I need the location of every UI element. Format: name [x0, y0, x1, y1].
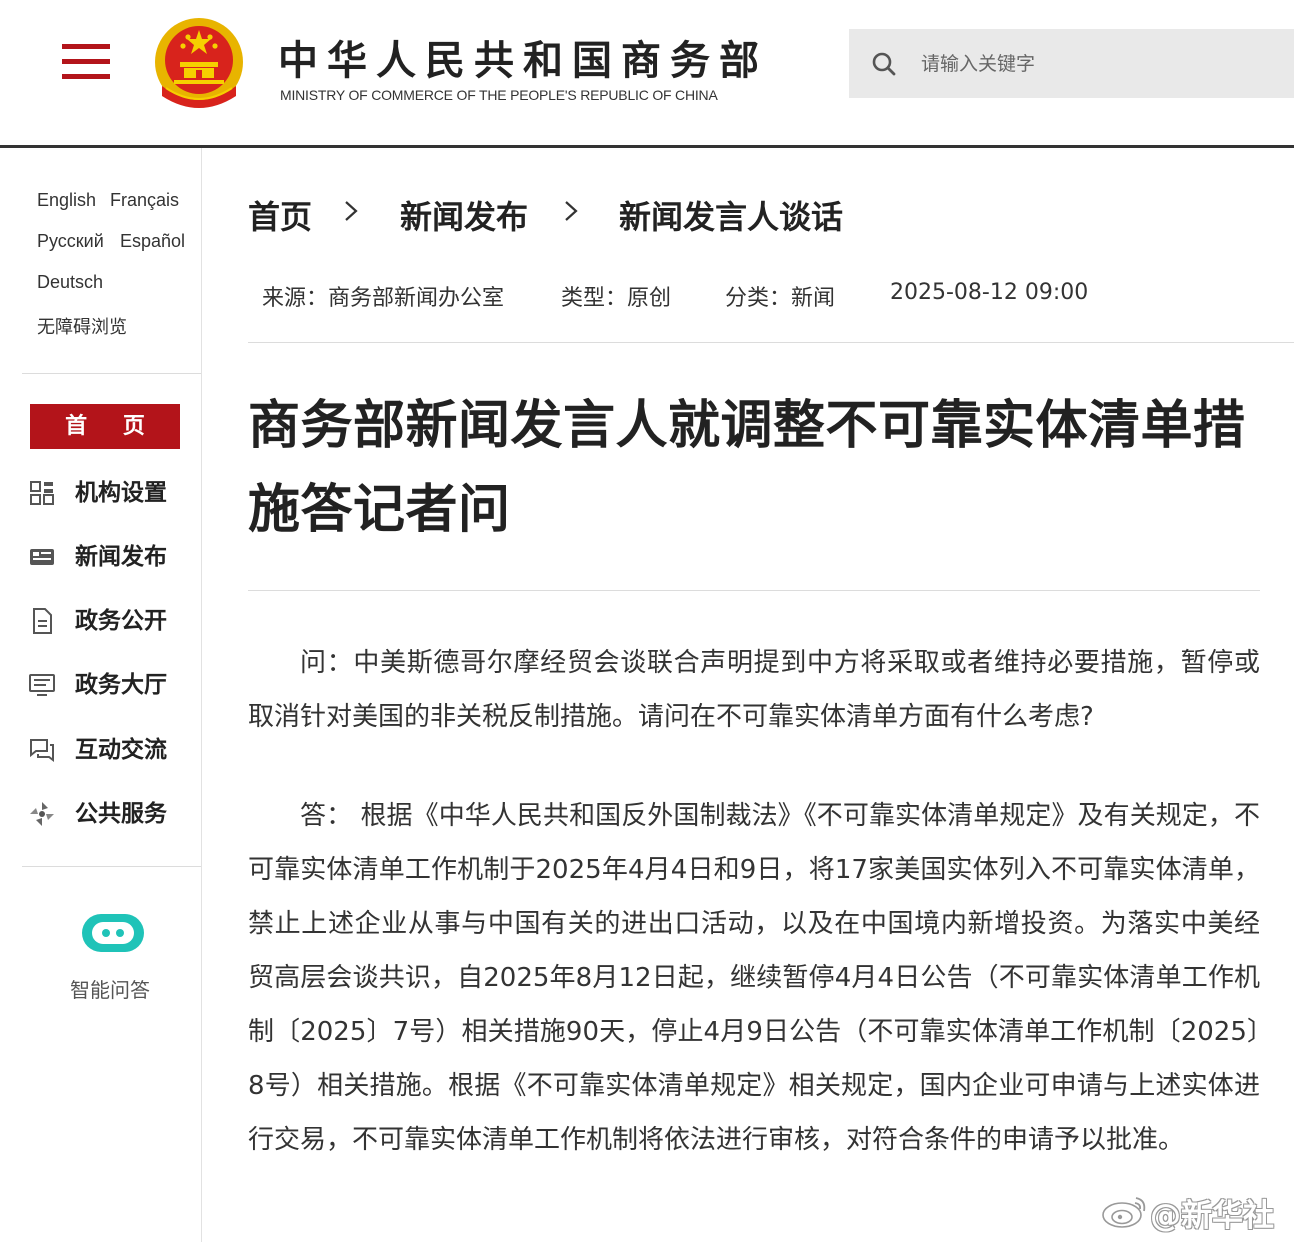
sidebar-item-label: 机构设置 — [75, 480, 167, 506]
sidebar-item-label: 公共服务 — [75, 801, 167, 827]
monitor-icon — [29, 674, 55, 696]
breadcrumb-home[interactable]: 首页 — [248, 192, 312, 238]
sidebar-divider — [22, 373, 201, 374]
sidebar-item-label: 新闻发布 — [75, 544, 167, 570]
document-icon — [33, 608, 52, 634]
ministry-name-en: MINISTRY OF COMMERCE OF THE PEOPLE'S REP… — [280, 87, 718, 103]
lang-russian[interactable]: Русский — [37, 231, 104, 252]
meta-source: 来源：商务部新闻办公室 — [262, 286, 505, 311]
weibo-logo-icon — [1102, 1197, 1146, 1228]
meta-datetime: 2025-08-12 09:00 — [890, 280, 1089, 305]
search-icon[interactable] — [871, 51, 897, 77]
article-question: 问：中美斯德哥尔摩经贸会谈联合声明提到中方将采取或者维持必要措施，暂停或取消针对… — [248, 648, 1260, 732]
watermark-text: @新华社 — [1150, 1198, 1274, 1234]
national-emblem[interactable] — [152, 16, 246, 114]
article-title: 商务部新闻发言人就调整不可靠实体清单措施答记者问 — [248, 396, 1246, 540]
service-icon — [30, 802, 54, 826]
sidebar-item-label: 政务公开 — [75, 608, 167, 634]
lang-german[interactable]: Deutsch — [37, 272, 103, 293]
lang-spanish[interactable]: Español — [120, 231, 185, 252]
robot-icon[interactable] — [78, 908, 148, 958]
ministry-name-cn[interactable]: 中华人民共和国商务部 — [278, 28, 768, 86]
accessibility-link[interactable]: 无障碍浏览 — [37, 313, 127, 339]
search-box[interactable] — [849, 29, 1294, 98]
sidebar-item-news[interactable]: 新闻发布 — [28, 539, 188, 575]
hamburger-menu-icon[interactable] — [62, 44, 110, 80]
sidebar-item-label: 政务大厅 — [75, 672, 167, 698]
chat-icon — [30, 739, 54, 762]
sidebar-home-button[interactable]: 首 页 — [30, 404, 180, 449]
news-list-icon — [30, 549, 54, 565]
sidebar-item-gov-affairs[interactable]: 政务公开 — [28, 603, 188, 639]
sidebar-item-interaction[interactable]: 互动交流 — [28, 732, 188, 768]
chevron-right-icon — [565, 201, 578, 221]
site-header: 中华人民共和国商务部 MINISTRY OF COMMERCE OF THE P… — [0, 0, 1294, 146]
chevron-right-icon — [345, 201, 358, 221]
sidebar-item-organization[interactable]: 机构设置 — [28, 475, 188, 511]
sidebar-divider — [22, 866, 201, 867]
meta-category: 分类：新闻 — [725, 286, 836, 311]
sidebar-item-label: 互动交流 — [75, 737, 167, 763]
article-answer: 答： 根据《中华人民共和国反外国制裁法》《不可靠实体清单规定》及有关规定，不可靠… — [248, 801, 1260, 1155]
breadcrumb-news[interactable]: 新闻发布 — [400, 192, 528, 238]
breadcrumb-spokesperson[interactable]: 新闻发言人谈话 — [619, 192, 843, 238]
lang-english[interactable]: English — [37, 190, 96, 211]
sidebar: English Français Русский Español Deutsch… — [0, 148, 202, 1242]
grid-icon — [30, 481, 54, 505]
meta-divider — [248, 342, 1294, 343]
search-input[interactable] — [921, 29, 1281, 98]
sidebar-item-service-hall[interactable]: 政务大厅 — [28, 667, 188, 703]
sidebar-item-public-service[interactable]: 公共服务 — [28, 796, 188, 832]
meta-type: 类型：原创 — [561, 286, 672, 311]
smart-qa-label[interactable]: 智能问答 — [70, 974, 150, 1003]
title-divider — [248, 590, 1260, 591]
watermark: @新华社 — [1100, 1188, 1290, 1234]
lang-french[interactable]: Français — [110, 190, 179, 211]
